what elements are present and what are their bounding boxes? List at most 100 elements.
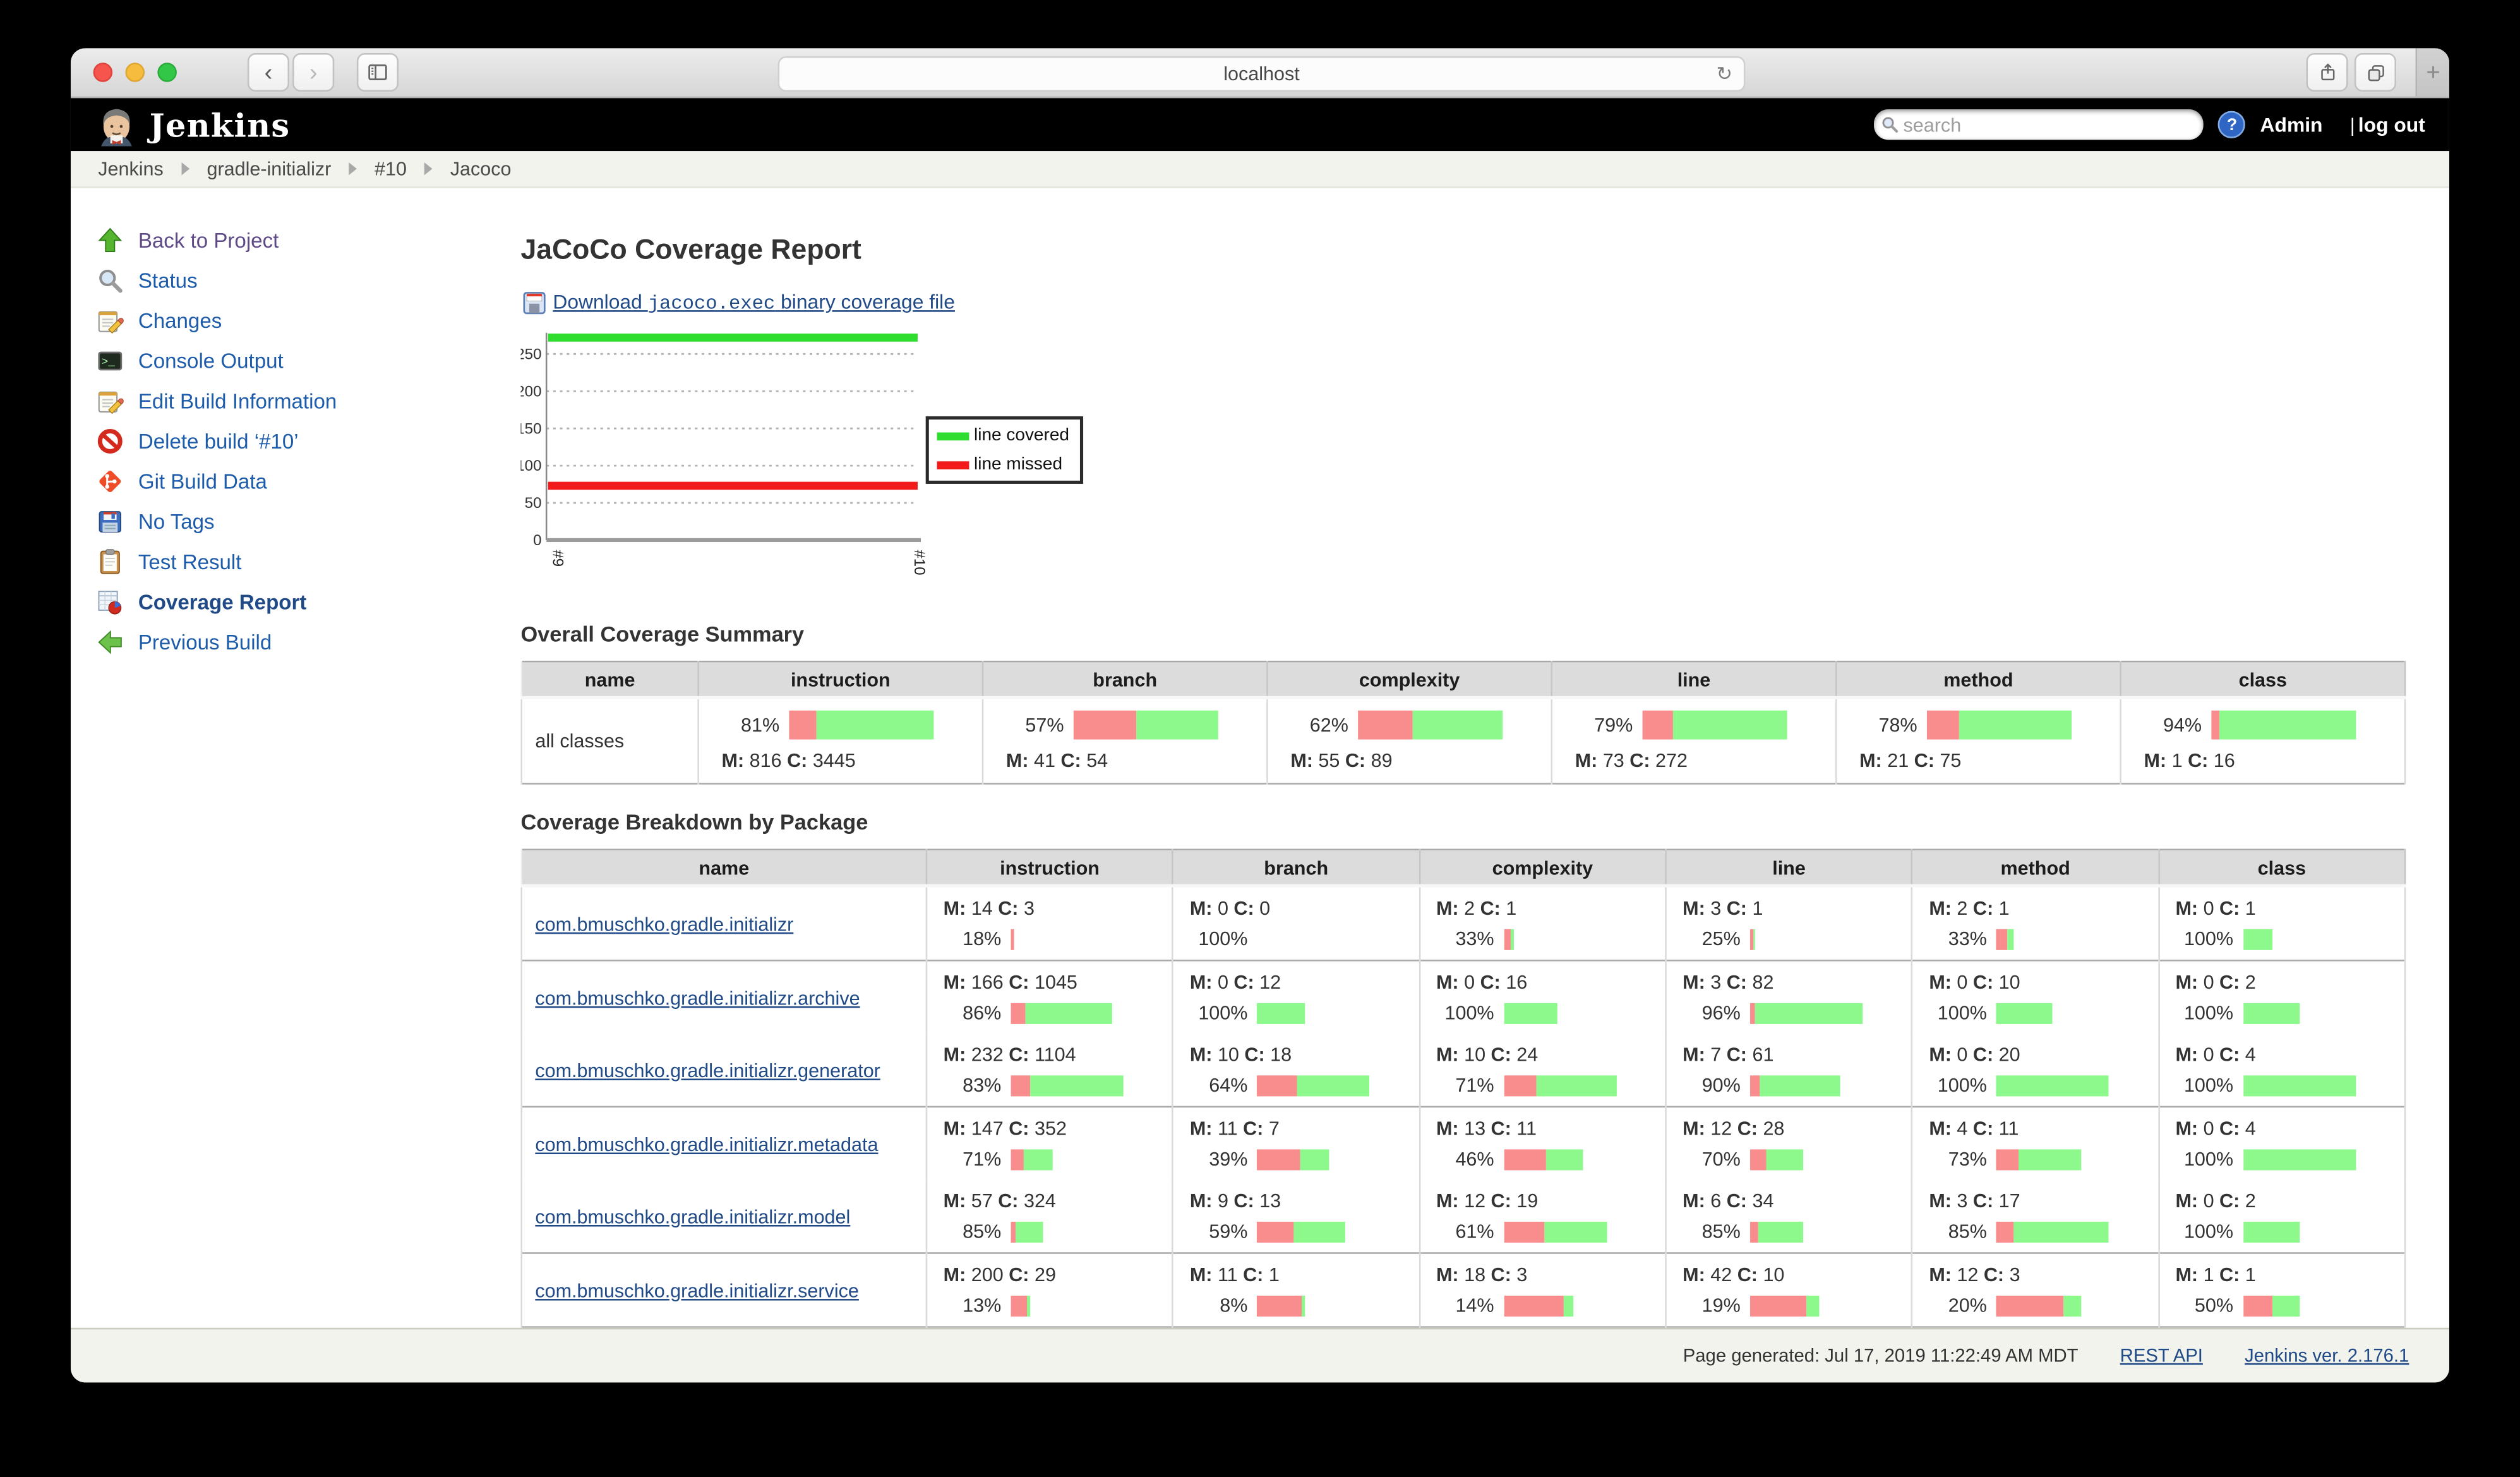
jenkins-home-link[interactable]: Jenkins <box>95 103 290 147</box>
sidebar-item-label[interactable]: Console Output <box>138 349 284 373</box>
metric-cell: 57%M: 41 C: 54 <box>983 697 1267 783</box>
user-link[interactable]: Admin <box>2260 113 2323 136</box>
sidebar-item-coverage-report[interactable]: Coverage Report <box>97 582 521 622</box>
notepad-icon <box>97 387 124 414</box>
sidebar-item-label[interactable]: Previous Build <box>138 630 272 654</box>
package-link[interactable]: com.bmuschko.gradle.initializr.service <box>535 1279 859 1301</box>
chevron-right-icon <box>349 162 357 175</box>
close-window-button[interactable] <box>93 63 113 82</box>
missed-covered-counts: M: 0 C: 10 <box>1929 971 2157 994</box>
name-cell: com.bmuschko.gradle.initializr <box>522 886 927 960</box>
search-box[interactable] <box>1875 109 2204 140</box>
back-button[interactable]: ‹ <box>248 53 289 92</box>
coverage-percent: 71% <box>1436 1074 1494 1097</box>
coverage-percent: 46% <box>1436 1148 1494 1171</box>
zoom-window-button[interactable] <box>157 63 177 82</box>
metric-cell: M: 0 C: 1100% <box>2159 886 2405 960</box>
tabs-icon <box>2365 62 2385 83</box>
sidebar-item-label[interactable]: Edit Build Information <box>138 389 337 413</box>
breadcrumb-item[interactable]: Jenkins <box>98 157 164 180</box>
share-button[interactable] <box>2307 53 2348 92</box>
metric-cell: M: 7 C: 6190% <box>1665 1034 1912 1107</box>
metric-cell: M: 12 C: 2870% <box>1665 1107 1912 1180</box>
missed-covered-counts: M: 6 C: 34 <box>1683 1190 1911 1212</box>
sidebar-item-label[interactable]: Back to Project <box>138 228 279 252</box>
missed-covered-counts: M: 41 C: 54 <box>1006 749 1266 772</box>
coverage-percent: 79% <box>1575 714 1633 737</box>
coverage-bar <box>2243 1221 2299 1242</box>
logout-link[interactable]: log out <box>2358 113 2425 136</box>
forward-button[interactable]: › <box>292 53 334 92</box>
floppy-disk-icon <box>520 289 548 316</box>
name-cell: com.bmuschko.gradle.initializr.generator <box>522 1034 927 1107</box>
legend-label: line covered <box>974 426 1069 445</box>
sidebar-item-no-tags[interactable]: No Tags <box>97 502 521 542</box>
package-link[interactable]: com.bmuschko.gradle.initializr <box>535 912 793 935</box>
missed-covered-counts: M: 12 C: 19 <box>1436 1190 1665 1212</box>
sidebar-item-label[interactable]: Test Result <box>138 550 242 574</box>
breadcrumb-item[interactable]: #10 <box>375 157 407 180</box>
sidebar-item-delete-build-10[interactable]: Delete build ‘#10’ <box>97 421 521 462</box>
help-icon[interactable]: ? <box>2218 111 2245 138</box>
missed-covered-counts: M: 2 C: 1 <box>1929 897 2157 920</box>
sidebar-item-status[interactable]: Status <box>97 260 521 301</box>
coverage-bar <box>1011 1148 1053 1169</box>
coverage-bar <box>789 711 933 740</box>
sidebar-item-edit-build-information[interactable]: Edit Build Information <box>97 381 521 421</box>
browser-window: ‹ › localhost ↻ <box>71 48 2449 1382</box>
coverage-percent: 70% <box>1683 1148 1741 1171</box>
missed-covered-counts: M: 7 C: 61 <box>1683 1043 1911 1066</box>
sidebar-item-git-build-data[interactable]: Git Build Data <box>97 461 521 502</box>
coverage-percent: 50% <box>2175 1294 2233 1317</box>
package-link[interactable]: com.bmuschko.gradle.initializr.model <box>535 1205 850 1227</box>
sidebar-item-label[interactable]: Delete build ‘#10’ <box>138 429 299 453</box>
breadcrumb-item[interactable]: Jacoco <box>450 157 512 180</box>
new-tab-button[interactable]: + <box>2416 48 2449 96</box>
missed-covered-counts: M: 14 C: 3 <box>944 897 1172 920</box>
name-cell: com.bmuschko.gradle.initializr.model <box>522 1180 927 1253</box>
jenkins-version-link[interactable]: Jenkins ver. 2.176.1 <box>2245 1346 2409 1366</box>
package-link[interactable]: com.bmuschko.gradle.initializr.metadata <box>535 1133 878 1155</box>
magnifier-icon <box>97 267 124 294</box>
coverage-bar <box>2243 929 2272 950</box>
sidebar-item-previous-build[interactable]: Previous Build <box>97 622 521 663</box>
missed-covered-counts: M: 0 C: 4 <box>2175 1117 2404 1140</box>
metric-cell: M: 12 C: 1961% <box>1419 1180 1665 1253</box>
coverage-bar <box>1011 929 1014 950</box>
x-axis-label: #9 <box>549 550 566 567</box>
package-link[interactable]: com.bmuschko.gradle.initializr.generator <box>535 1059 880 1082</box>
breadcrumb: Jenkins gradle-initializr #10 Jacoco <box>71 151 2449 188</box>
sidebar-item-test-result[interactable]: Test Result <box>97 542 521 582</box>
rest-api-link[interactable]: REST API <box>2120 1346 2203 1366</box>
missed-covered-counts: M: 147 C: 352 <box>944 1117 1172 1140</box>
sidebar-toggle-button[interactable] <box>357 53 399 92</box>
metric-cell: M: 12 C: 320% <box>1912 1253 2159 1327</box>
metric-cell: 81%M: 816 C: 3445 <box>699 697 983 783</box>
missed-covered-counts: M: 232 C: 1104 <box>944 1043 1172 1066</box>
missed-covered-counts: M: 11 C: 1 <box>1190 1263 1419 1286</box>
sidebar-item-back-to-project[interactable]: Back to Project <box>97 220 521 261</box>
missed-covered-counts: M: 0 C: 16 <box>1436 971 1665 994</box>
sidebar-item-changes[interactable]: Changes <box>97 301 521 341</box>
coverage-trend-chart: 050100150200250#9#10 line coveredline mi… <box>520 327 1549 596</box>
metric-cell: M: 0 C: 0100% <box>1173 886 1419 960</box>
sidebar-item-console-output[interactable]: >_Console Output <box>97 341 521 381</box>
tab-overview-button[interactable] <box>2355 53 2396 92</box>
missed-covered-counts: M: 42 C: 10 <box>1683 1263 1911 1286</box>
package-link[interactable]: com.bmuschko.gradle.initializr.archive <box>535 986 860 1009</box>
breadcrumb-item[interactable]: gradle-initializr <box>207 157 331 180</box>
reload-icon[interactable]: ↻ <box>1716 63 1732 85</box>
minimize-window-button[interactable] <box>125 63 145 82</box>
sidebar-item-label[interactable]: Status <box>138 268 198 292</box>
sidebar-item-label[interactable]: No Tags <box>138 510 215 534</box>
metric-cell: M: 1 C: 150% <box>2159 1253 2405 1327</box>
address-bar[interactable]: localhost ↻ <box>778 56 1746 92</box>
sidebar-item-label[interactable]: Git Build Data <box>138 469 267 493</box>
column-header-instruction: instruction <box>927 850 1173 886</box>
search-input[interactable] <box>1900 112 2199 138</box>
sidebar-item-label[interactable]: Coverage Report <box>138 590 307 614</box>
sidebar-item-label[interactable]: Changes <box>138 309 222 333</box>
metric-cell: M: 13 C: 1146% <box>1419 1107 1665 1180</box>
download-exec-link[interactable]: Download jacoco.exec binary coverage fil… <box>553 291 955 315</box>
coverage-percent: 100% <box>1436 1001 1494 1024</box>
